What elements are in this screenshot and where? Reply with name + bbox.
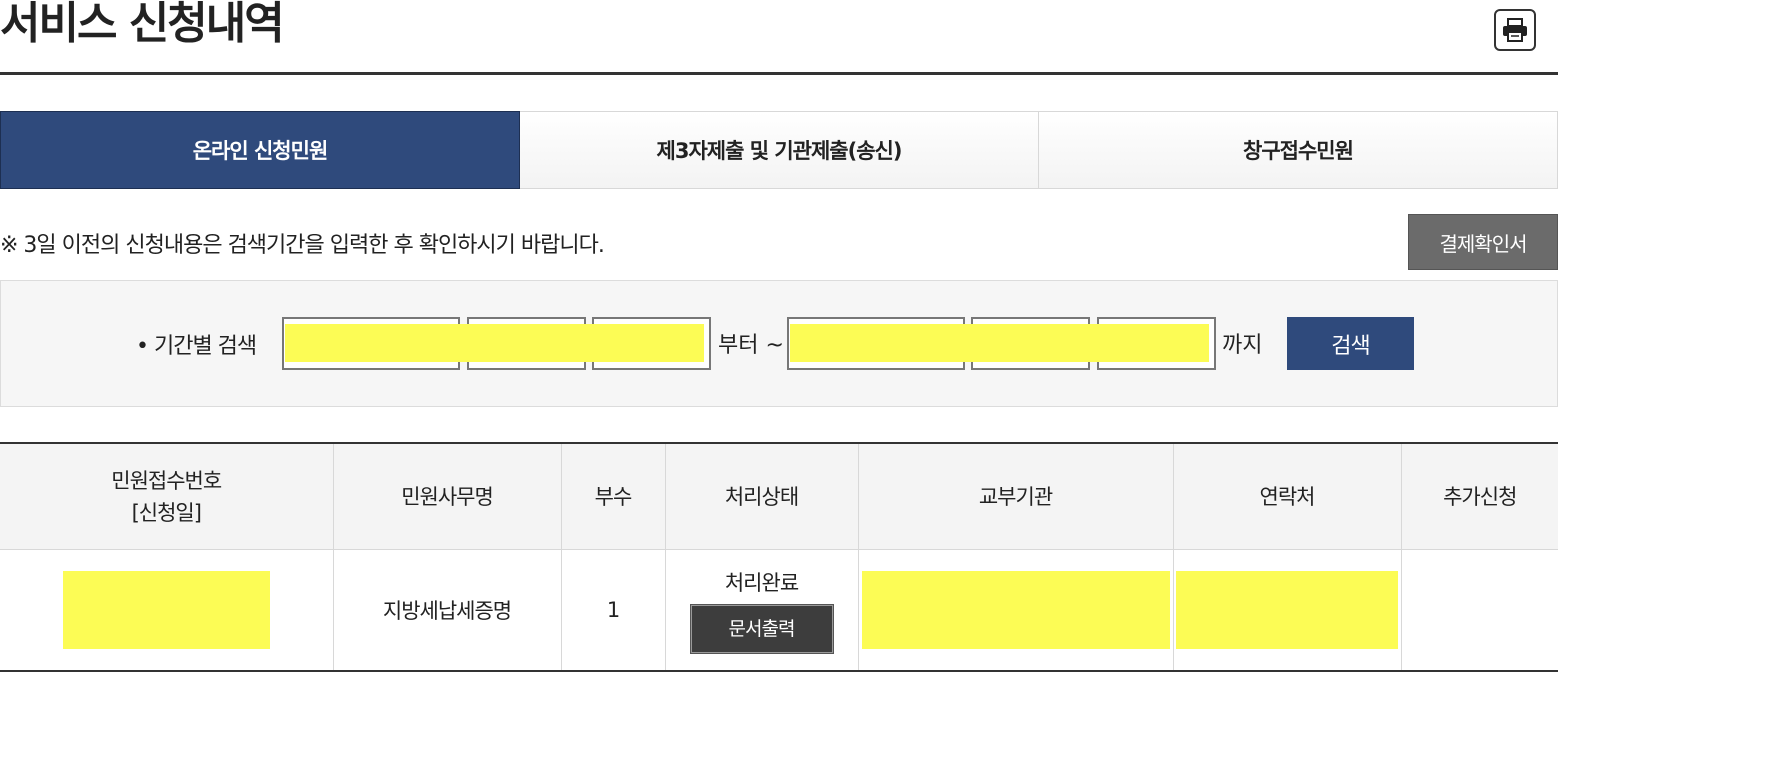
search-button[interactable]: 검색 [1287, 317, 1414, 370]
header-receipt-number-line1: 민원접수번호 [111, 468, 222, 493]
contact-redaction [1176, 571, 1398, 649]
cell-additional-request [1400, 549, 1558, 672]
applications-table: 민원접수번호 [신청일] 민원사무명 부수 처리상태 교부기관 연락처 추가신청… [0, 442, 1558, 672]
from-suffix-label: 부터 ~ [718, 333, 784, 358]
from-date-redaction [285, 324, 704, 362]
tab-bar: 온라인 신청민원 제3자제출 및 기관제출(송신) 창구접수민원 [0, 111, 1558, 189]
payment-receipt-button[interactable]: 결제확인서 [1408, 214, 1558, 270]
header-status: 처리상태 [664, 443, 858, 550]
cell-contact [1172, 549, 1401, 672]
header-receipt-number-line2: [신청일] [131, 500, 202, 525]
table-header-row: 민원접수번호 [신청일] 민원사무명 부수 처리상태 교부기관 연락처 추가신청 [0, 443, 1558, 550]
period-search-label: • 기간별 검색 [136, 334, 257, 359]
tab-third-party-submission[interactable]: 제3자제출 및 기관제출(송신) [520, 111, 1039, 189]
table-row: 지방세납세증명 1 처리완료 문서출력 [0, 549, 1558, 672]
issuing-agency-redaction [861, 571, 1170, 649]
header-issuing-agency: 교부기관 [857, 443, 1173, 550]
search-period-notice: ※ 3일 이전의 신청내용은 검색기간을 입력한 후 확인하시기 바랍니다. [0, 233, 605, 258]
tab-counter-applications[interactable]: 창구접수민원 [1039, 111, 1558, 189]
to-date-redaction [790, 324, 1209, 362]
cell-status: 처리완료 문서출력 [664, 549, 858, 672]
cell-issuing-agency [857, 549, 1173, 672]
printer-icon [1503, 18, 1527, 42]
print-document-button[interactable]: 문서출력 [689, 604, 834, 654]
receipt-number-redaction [62, 571, 270, 649]
cell-copies: 1 [560, 549, 665, 672]
cell-office-name: 지방세납세증명 [332, 549, 561, 672]
status-text: 처리완료 [724, 571, 799, 595]
title-divider [0, 72, 1558, 75]
cell-receipt-number [0, 549, 333, 672]
header-contact: 연락처 [1172, 443, 1401, 550]
to-suffix-label: 까지 [1222, 333, 1263, 358]
tab-online-applications[interactable]: 온라인 신청민원 [0, 111, 520, 189]
header-copies: 부수 [560, 443, 665, 550]
header-receipt-number: 민원접수번호 [신청일] [0, 443, 333, 550]
header-additional-request: 추가신청 [1400, 443, 1558, 550]
page-title: 서비스 신청내역 [0, 0, 285, 49]
print-button[interactable] [1494, 9, 1536, 51]
header-office-name: 민원사무명 [332, 443, 561, 550]
